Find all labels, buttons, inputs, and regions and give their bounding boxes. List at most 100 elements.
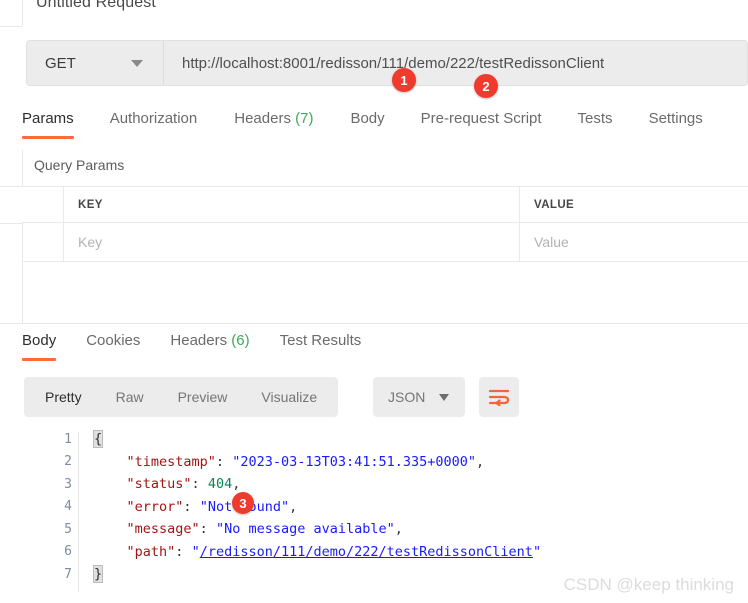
request-tab-label: Headers xyxy=(234,110,291,127)
code-line: 6 "path": "/redisson/111/demo/222/testRe… xyxy=(46,541,748,564)
url-input[interactable]: http://localhost:8001/redisson/111/demo/… xyxy=(164,41,747,85)
code-token-p: : xyxy=(191,476,208,493)
request-tab-settings[interactable]: Settings xyxy=(649,108,703,139)
response-tab-test-results[interactable]: Test Results xyxy=(280,330,362,361)
code-token-p: , xyxy=(394,521,403,538)
code-token-k: "message" xyxy=(126,521,200,538)
request-tab-pre-request-script[interactable]: Pre-request Script xyxy=(421,108,542,139)
code-token-p xyxy=(94,476,127,492)
response-body-code[interactable]: 1{2 "timestamp": "2023-03-13T03:41:51.33… xyxy=(46,428,748,586)
left-rail-divider xyxy=(22,150,23,186)
left-rail-divider xyxy=(22,0,23,26)
response-view-preview[interactable]: Preview xyxy=(161,377,245,417)
code-line: 3 "status": 404, xyxy=(46,473,748,496)
annotation-badge-2: 2 xyxy=(474,74,498,98)
code-line: 5 "message": "No message available", xyxy=(46,518,748,541)
response-tab-count: (6) xyxy=(227,332,250,349)
table-header-row: KEY VALUE xyxy=(22,186,748,223)
response-view-pretty[interactable]: Pretty xyxy=(28,377,99,417)
code-token-k: "status" xyxy=(126,476,192,493)
line-number: 2 xyxy=(64,454,72,470)
line-number: 1 xyxy=(64,431,72,447)
table-row: Key Value xyxy=(22,223,748,262)
code-token-s: "2023-03-13T03:41:51.335+0000" xyxy=(232,453,477,470)
left-rail-tick xyxy=(0,26,22,27)
request-tab-params[interactable]: Params xyxy=(22,108,74,139)
request-tab-authorization[interactable]: Authorization xyxy=(110,108,198,139)
code-token-p xyxy=(94,521,127,537)
response-tab-label: Headers xyxy=(170,332,228,349)
request-title: Untitled Request xyxy=(36,0,156,11)
watermark: CSDN @keep thinking xyxy=(563,575,734,594)
code-token-p: : xyxy=(183,498,200,515)
http-method-selector[interactable]: GET xyxy=(27,41,164,85)
response-view-visualize[interactable]: Visualize xyxy=(244,377,334,417)
code-token-brace: } xyxy=(92,565,104,584)
request-tab-tests[interactable]: Tests xyxy=(578,108,613,139)
response-format-label: JSON xyxy=(388,389,426,405)
code-line-content: "path": "/redisson/111/demo/222/testRedi… xyxy=(94,543,542,560)
code-token-p: : xyxy=(175,543,192,560)
code-line-content: "timestamp": "2023-03-13T03:41:51.335+00… xyxy=(94,453,485,470)
code-line-content: } xyxy=(92,565,104,584)
param-key-input[interactable]: Key xyxy=(64,223,520,262)
code-line: 2 "timestamp": "2023-03-13T03:41:51.335+… xyxy=(46,451,748,474)
query-params-table: KEY VALUE Key Value xyxy=(22,186,748,262)
code-token-k: "timestamp" xyxy=(126,453,216,470)
request-tab-label: Tests xyxy=(577,110,613,127)
response-tab-headers[interactable]: Headers (6) xyxy=(170,330,249,361)
annotation-badge-1: 1 xyxy=(392,68,416,92)
response-view-mode-group: Pretty Raw Preview Visualize xyxy=(24,377,339,417)
code-line: 1{ xyxy=(46,428,748,451)
active-tab-indicator xyxy=(22,136,74,139)
response-tab-body[interactable]: Body xyxy=(22,330,57,361)
code-token-p: : xyxy=(199,521,216,538)
column-header-value: VALUE xyxy=(520,186,748,223)
line-number: 7 xyxy=(64,566,72,582)
code-line: 4 "error": "Not Found", xyxy=(46,496,748,519)
param-value-placeholder: Value xyxy=(534,234,569,250)
response-format-selector[interactable]: JSON xyxy=(373,377,465,417)
response-tabs: Body Cookies Headers (6) Test Results xyxy=(22,330,361,361)
code-line-content: "error": "Not Found", xyxy=(94,498,298,515)
code-token-p: , xyxy=(289,498,298,515)
select-all-checkbox-cell xyxy=(22,186,64,223)
column-header-key-label: KEY xyxy=(78,198,103,211)
request-tab-body[interactable]: Body xyxy=(350,108,384,139)
left-rail-tick xyxy=(0,223,22,224)
active-tab-indicator xyxy=(22,358,57,361)
request-tab-headers[interactable]: Headers (7) xyxy=(234,108,313,139)
code-token-s: " xyxy=(191,543,200,560)
word-wrap-toggle-button[interactable] xyxy=(479,377,519,417)
chevron-down-icon xyxy=(439,394,449,401)
row-checkbox-cell[interactable] xyxy=(22,223,64,262)
code-line-content: "status": 404, xyxy=(94,476,241,493)
annotation-badge-3: 3 xyxy=(232,492,254,514)
left-rail-tick xyxy=(0,323,22,324)
code-token-p xyxy=(94,499,127,515)
request-tab-label: Settings xyxy=(648,110,703,127)
response-tab-label: Cookies xyxy=(86,332,141,349)
line-number: 5 xyxy=(64,521,72,537)
response-tab-label: Body xyxy=(22,332,57,349)
response-tab-label: Test Results xyxy=(279,332,362,349)
column-header-key: KEY xyxy=(64,186,520,223)
code-token-p xyxy=(94,544,127,560)
request-tabs: Params Authorization Headers (7) Body Pre-re… xyxy=(22,108,748,146)
code-token-s: " xyxy=(532,543,542,560)
query-params-heading: Query Params xyxy=(34,157,125,173)
response-tab-cookies[interactable]: Cookies xyxy=(86,330,140,361)
response-view-raw[interactable]: Raw xyxy=(99,377,161,417)
line-number: 3 xyxy=(64,476,72,492)
code-token-p: , xyxy=(476,453,485,470)
request-response-divider[interactable] xyxy=(22,323,748,324)
url-bar: GET http://localhost:8001/redisson/111/d… xyxy=(26,40,748,86)
code-token-p: : xyxy=(215,453,233,470)
param-value-input[interactable]: Value xyxy=(520,223,748,262)
code-token-k: "error" xyxy=(126,498,184,515)
request-tab-label: Params xyxy=(22,110,74,127)
code-token-lnk[interactable]: /redisson/111/demo/222/testRedissonClien… xyxy=(200,544,533,560)
param-key-placeholder: Key xyxy=(78,234,103,250)
request-tab-count: (7) xyxy=(290,110,314,127)
request-tab-label: Body xyxy=(350,110,385,127)
